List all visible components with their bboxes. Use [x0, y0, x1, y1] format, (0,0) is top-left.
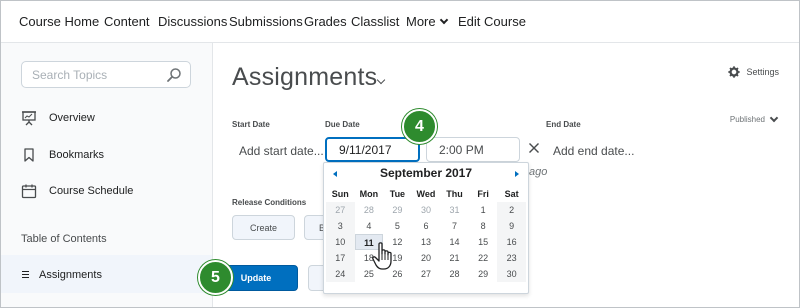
- search-topics-input[interactable]: [32, 66, 162, 84]
- nav-more-label: More: [406, 14, 436, 29]
- calendar-day[interactable]: 15: [469, 234, 498, 250]
- calendar-day[interactable]: 29: [469, 266, 498, 282]
- calendar-day[interactable]: 5: [383, 218, 412, 234]
- calendar-day[interactable]: 17: [326, 250, 355, 266]
- calendar-day[interactable]: 29: [383, 202, 412, 218]
- calendar-day[interactable]: 27: [326, 202, 355, 218]
- sidebar-item-label: Overview: [49, 112, 95, 124]
- calendar-week-row: 10 11 12 13 14 15 16: [326, 234, 526, 250]
- gear-icon: [728, 66, 741, 78]
- calendar-day[interactable]: 13: [412, 234, 441, 250]
- calendar-day[interactable]: 6: [412, 218, 441, 234]
- calendar-day[interactable]: 10: [326, 234, 355, 250]
- calendar-day[interactable]: 28: [355, 202, 384, 218]
- create-condition-button[interactable]: Create: [232, 215, 295, 240]
- calendar-day[interactable]: 21: [440, 250, 469, 266]
- calendar-weekday: Mon: [359, 189, 379, 199]
- nav-submissions[interactable]: Submissions: [229, 14, 303, 29]
- calendar-day[interactable]: 1: [469, 202, 498, 218]
- calendar-day[interactable]: 22: [469, 250, 498, 266]
- calendar-month-label: September 2017: [379, 166, 473, 180]
- sidebar: Overview Bookmarks Course Schedule Table…: [1, 43, 213, 307]
- release-conditions-label: Release Conditions: [232, 198, 307, 207]
- start-date-label: Start Date: [232, 120, 270, 129]
- due-time-input[interactable]: 2:00 PM: [426, 137, 520, 162]
- published-dropdown[interactable]: Published: [729, 113, 779, 124]
- course-navbar: Course Home Content Discussions Submissi…: [1, 1, 799, 43]
- chevron-down-icon: [439, 15, 448, 25]
- date-picker: September 2017 Sun Mon Tue Wed Thu Fri Sat 27 2…: [323, 162, 529, 294]
- calendar-week-row: 17 18 19 20 21 22 23: [326, 250, 526, 266]
- nav-grades[interactable]: Grades: [304, 14, 347, 29]
- toc-item-assignments[interactable]: Assignments: [1, 255, 212, 293]
- settings-button[interactable]: Settings: [728, 66, 779, 78]
- calendar-day[interactable]: 2: [497, 202, 526, 218]
- calendar-day[interactable]: 30: [497, 266, 526, 282]
- page-title: Assignments: [232, 63, 378, 91]
- due-date-input[interactable]: 9/11/2017: [325, 137, 420, 162]
- sidebar-item-overview[interactable]: Overview: [21, 108, 95, 128]
- end-date-label: End Date: [546, 120, 581, 129]
- calendar-weekday: Fri: [477, 189, 489, 199]
- calendar-day[interactable]: 27: [412, 266, 441, 282]
- chevron-down-icon[interactable]: [376, 75, 386, 85]
- calendar-weekday: Thu: [446, 189, 463, 199]
- calendar-day[interactable]: 16: [497, 234, 526, 250]
- start-date-field[interactable]: Add start date...: [239, 144, 324, 158]
- search-topics-box: [21, 61, 191, 88]
- calendar-weekday: Sat: [504, 189, 519, 199]
- toc-item-label: Assignments: [39, 269, 102, 281]
- step-callout: 5: [198, 260, 233, 295]
- sidebar-item-label: Course Schedule: [49, 185, 134, 197]
- nav-more[interactable]: More: [406, 14, 448, 29]
- calendar-day[interactable]: 23: [497, 250, 526, 266]
- calendar-day[interactable]: 28: [440, 266, 469, 282]
- close-icon[interactable]: [528, 142, 540, 154]
- nav-classlist[interactable]: Classlist: [351, 14, 399, 29]
- calendar-icon: [21, 183, 37, 199]
- chevron-down-icon: [769, 113, 779, 122]
- end-date-field[interactable]: Add end date...: [553, 144, 634, 158]
- calendar-week-row: 24 25 26 27 28 29 30: [326, 266, 526, 282]
- calendar-day[interactable]: 31: [440, 202, 469, 218]
- calendar-day[interactable]: 7: [440, 218, 469, 234]
- bookmark-icon: [21, 147, 37, 163]
- sidebar-item-label: Bookmarks: [49, 149, 105, 161]
- calendar-grid: Sun Mon Tue Wed Thu Fri Sat 27 28 29 30 31 1 2 3 4 5 6 7 8…: [326, 186, 526, 282]
- toc-heading: Table of Contents: [21, 233, 107, 245]
- calendar-day[interactable]: 24: [326, 266, 355, 282]
- calendar-weekday: Sun: [331, 189, 349, 199]
- calendar-day[interactable]: 3: [326, 218, 355, 234]
- main-content: Assignments Settings Start Date Due Date…: [214, 43, 799, 307]
- relative-time-text: ago: [529, 166, 548, 178]
- due-date-label: Due Date: [325, 120, 360, 129]
- settings-label: Settings: [746, 67, 779, 77]
- nav-discussions[interactable]: Discussions: [158, 14, 227, 29]
- chevron-right-icon[interactable]: [515, 171, 519, 177]
- calendar-day[interactable]: 20: [412, 250, 441, 266]
- calendar-day[interactable]: 9: [497, 218, 526, 234]
- calendar-week-row: 3456789: [326, 218, 526, 234]
- sidebar-item-bookmarks[interactable]: Bookmarks: [21, 145, 104, 165]
- list-icon: [22, 271, 29, 280]
- presentation-board-icon: [21, 110, 37, 126]
- calendar-day[interactable]: 14: [440, 234, 469, 250]
- calendar-weekday: Wed: [416, 189, 436, 199]
- nav-edit-course[interactable]: Edit Course: [458, 14, 526, 29]
- calendar-day[interactable]: 4: [355, 218, 384, 234]
- calendar-day[interactable]: 30: [412, 202, 441, 218]
- nav-course-home[interactable]: Course Home: [19, 14, 99, 29]
- hand-cursor-icon: [372, 242, 392, 270]
- nav-content[interactable]: Content: [104, 14, 150, 29]
- published-label: Published: [729, 115, 765, 124]
- app-window: Course Home Content Discussions Submissi…: [0, 0, 800, 308]
- calendar-week-row: 27 28 29 30 31 1 2: [326, 202, 526, 218]
- search-icon[interactable]: [166, 67, 182, 83]
- sidebar-item-course-schedule[interactable]: Course Schedule: [21, 181, 133, 201]
- calendar-day[interactable]: 8: [469, 218, 498, 234]
- step-callout: 4: [402, 109, 437, 144]
- calendar-weekday-row: Sun Mon Tue Wed Thu Fri Sat: [326, 186, 526, 202]
- calendar-weekday: Tue: [389, 189, 406, 199]
